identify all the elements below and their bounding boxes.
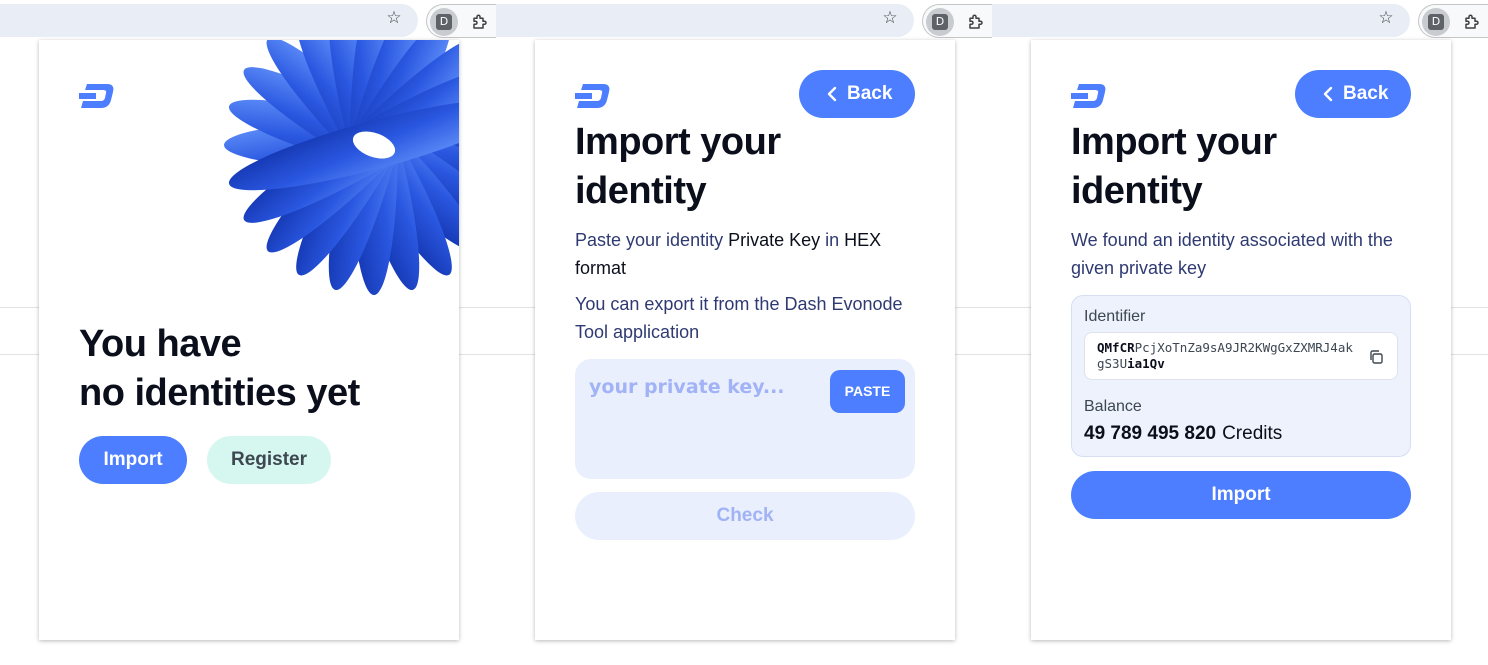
paste-instructions-format: format: [575, 258, 627, 278]
empty-state-title-line1: You have: [79, 323, 242, 365]
balance-amount: 49 789 495 820: [1084, 423, 1217, 444]
paste-instructions-hex: HEX: [844, 230, 882, 250]
back-button[interactable]: Back: [1295, 70, 1411, 118]
register-button[interactable]: Register: [207, 436, 331, 484]
dash-extension-button[interactable]: D: [1422, 8, 1450, 36]
identifier-value[interactable]: QMfCRPcjXoTnZa9sA9JR2KWgGxZXMRJ4akgS3Uia…: [1097, 340, 1359, 372]
paste-instructions-part1: Paste your identity: [575, 230, 729, 250]
balance-unit: Credits: [1222, 423, 1283, 444]
dash-extension-button[interactable]: D: [926, 8, 954, 36]
identity-card: Identifier QMfCRPcjXoTnZa9sA9JR2KWgGxZXM…: [1071, 295, 1411, 457]
extensions-pill: D: [922, 4, 992, 38]
private-key-input[interactable]: [589, 369, 819, 405]
extensions-pill: D: [426, 4, 496, 38]
screen-identity-found: ☆ D Back Import your identity We found a…: [992, 0, 1488, 665]
balance-label: Balance: [1084, 398, 1142, 415]
wallet-popup: Back Import your identity Paste your ide…: [535, 40, 955, 640]
page-title: Import your identity: [575, 118, 905, 216]
paste-instructions: Paste your identity Private Key in HEX fo…: [575, 226, 920, 282]
dash-logo-icon: [1071, 84, 1106, 108]
empty-state-title: You have no identities yet: [79, 320, 439, 418]
identifier-prefix: QMfCR: [1097, 340, 1135, 355]
address-bar[interactable]: [496, 4, 914, 37]
wallet-popup: Back Import your identity We found an id…: [1031, 40, 1451, 640]
hero-blue-ring-illustration: [199, 40, 459, 315]
copy-icon[interactable]: [1368, 349, 1384, 365]
dash-logo-icon: [79, 84, 114, 108]
browser-toolbar: ☆ D: [0, 0, 496, 40]
dash-extension-icon: D: [436, 14, 452, 30]
bookmark-star-icon[interactable]: ☆: [881, 9, 899, 27]
wallet-popup: You have no identities yet Import Regist…: [39, 40, 459, 640]
browser-toolbar: ☆ D: [496, 0, 992, 40]
page-title-line1: Import your: [575, 121, 781, 163]
extensions-puzzle-icon[interactable]: [471, 13, 489, 31]
paste-instructions-part3: in: [820, 230, 845, 250]
paste-instructions-private-key: Private Key: [728, 230, 821, 250]
export-hint: You can export it from the Dash Evonode …: [575, 294, 903, 342]
address-bar[interactable]: [0, 4, 418, 37]
back-button-label: Back: [1343, 83, 1389, 104]
page-title-line2: identity: [575, 170, 707, 212]
identity-found-message: We found an identity associated with the…: [1071, 230, 1393, 278]
empty-state-title-line2: no identities yet: [79, 372, 360, 414]
import-button[interactable]: Import: [79, 436, 187, 484]
page-title-line2: identity: [1071, 170, 1203, 212]
private-key-field[interactable]: PASTE: [575, 359, 915, 479]
extensions-puzzle-icon[interactable]: [1463, 13, 1481, 31]
balance-row: 49 789 495 820 Credits: [1084, 422, 1282, 446]
identifier-label: Identifier: [1084, 308, 1146, 325]
chevron-left-icon: [827, 86, 837, 102]
check-button[interactable]: Check: [575, 492, 915, 540]
extensions-puzzle-icon[interactable]: [967, 13, 985, 31]
page-title-line1: Import your: [1071, 121, 1277, 163]
dash-logo-icon: [575, 84, 610, 108]
browser-toolbar: ☆ D: [992, 0, 1488, 40]
screen-import-private-key: ☆ D Back Import your identity Paste your…: [496, 0, 992, 665]
chevron-left-icon: [1323, 86, 1333, 102]
import-identity-button[interactable]: Import: [1071, 471, 1411, 519]
address-bar[interactable]: [992, 4, 1410, 37]
paste-button[interactable]: PASTE: [830, 370, 905, 413]
screen-no-identities: ☆ D You have no identities yet Import Re…: [0, 0, 496, 665]
identifier-box: QMfCRPcjXoTnZa9sA9JR2KWgGxZXMRJ4akgS3Uia…: [1084, 332, 1398, 380]
dash-extension-icon: D: [1428, 14, 1444, 30]
dash-extension-icon: D: [932, 14, 948, 30]
page-title: Import your identity: [1071, 118, 1401, 216]
identifier-suffix: ia1Qv: [1127, 356, 1165, 371]
bookmark-star-icon[interactable]: ☆: [385, 9, 403, 27]
dash-extension-button[interactable]: D: [430, 8, 458, 36]
back-button-label: Back: [847, 83, 893, 104]
bookmark-star-icon[interactable]: ☆: [1377, 9, 1395, 27]
back-button[interactable]: Back: [799, 70, 915, 118]
extensions-pill: D: [1418, 4, 1488, 38]
